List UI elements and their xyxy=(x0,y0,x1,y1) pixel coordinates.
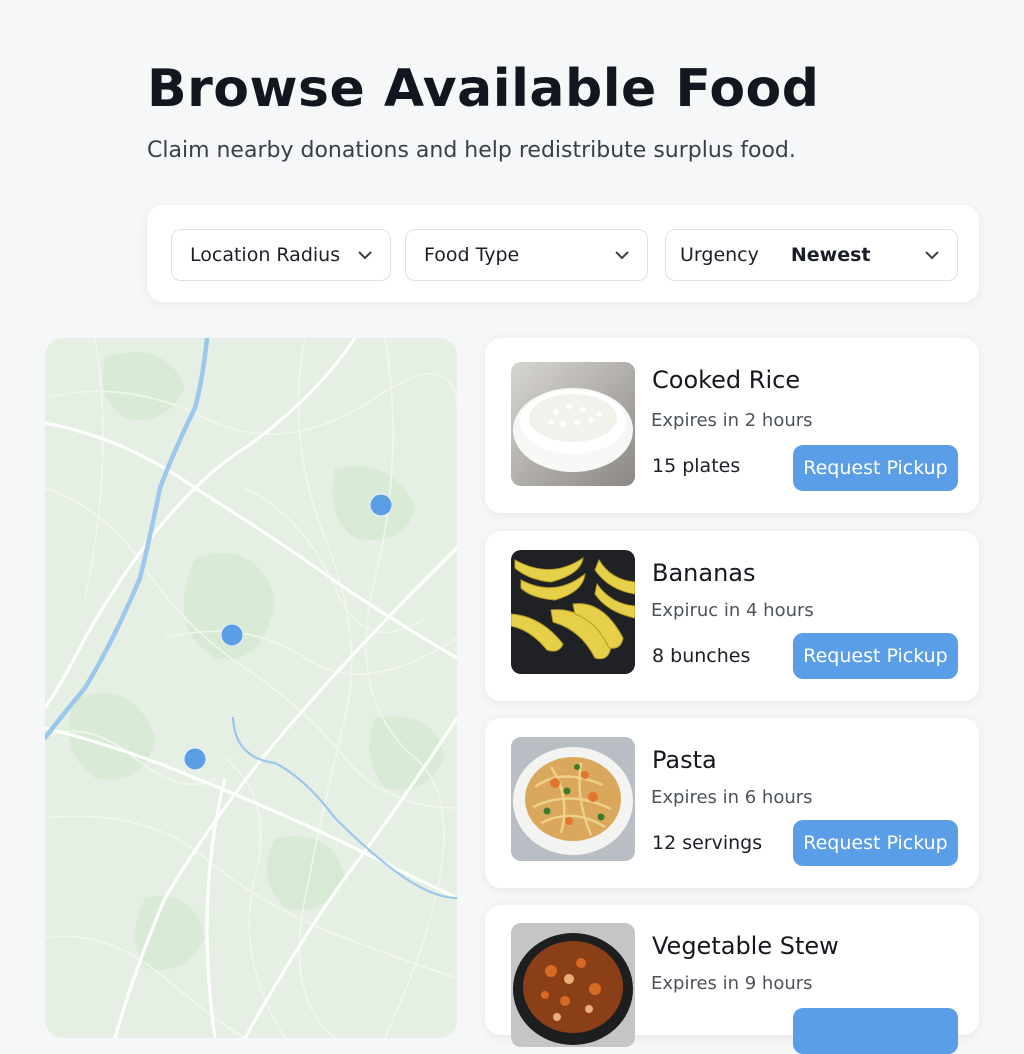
request-pickup-button[interactable]: Request Pickup xyxy=(793,820,958,866)
chevron-down-icon xyxy=(925,250,939,260)
chevron-down-icon xyxy=(615,250,629,260)
urgency-dropdown[interactable]: Urgency Newest xyxy=(665,229,958,281)
rice-bowl-image xyxy=(511,362,635,486)
listing-expiry: Expiruc in 4 hours xyxy=(651,600,814,621)
pasta-bowl-image xyxy=(511,737,635,861)
filter-bar: Location Radius Food Type Urgency Newest xyxy=(147,205,979,302)
listing-expiry: Expires in 9 hours xyxy=(651,973,813,994)
listing-title: Cooked Rice xyxy=(652,366,801,394)
map-marker xyxy=(183,747,207,771)
map-marker xyxy=(220,623,244,647)
food-type-label: Food Type xyxy=(424,244,520,266)
urgency-value: Newest xyxy=(790,244,871,266)
listing-title: Vegetable Stew xyxy=(652,932,839,960)
listing-card[interactable]: Pasta Expires in 6 hours 12 servings Req… xyxy=(485,718,979,888)
page-title: Browse Available Food xyxy=(147,59,820,119)
food-type-dropdown[interactable]: Food Type xyxy=(405,229,648,281)
listing-expiry: Expires in 2 hours xyxy=(651,410,813,431)
listing-card[interactable]: Cooked Rice Expires in 2 hours 15 plates… xyxy=(485,338,979,513)
listing-quantity: 8 bunches xyxy=(652,645,751,667)
request-pickup-button[interactable]: Request Pickup xyxy=(793,633,958,679)
map[interactable] xyxy=(45,338,457,1038)
request-pickup-button[interactable] xyxy=(793,1008,958,1054)
page-subtitle: Claim nearby donations and help redistri… xyxy=(147,138,796,163)
request-pickup-button[interactable]: Request Pickup xyxy=(793,445,958,491)
listing-title: Pasta xyxy=(652,746,717,774)
listing-quantity: 15 plates xyxy=(652,455,741,477)
listing-card[interactable]: Bananas Expiruc in 4 hours 8 bunches Req… xyxy=(485,531,979,701)
listing-expiry: Expires in 6 hours xyxy=(651,787,813,808)
location-radius-label: Location Radius xyxy=(190,244,341,266)
stew-bowl-image xyxy=(511,923,635,1047)
location-radius-dropdown[interactable]: Location Radius xyxy=(171,229,391,281)
listing-card[interactable]: Vegetable Stew Expires in 9 hours xyxy=(485,905,979,1054)
bananas-image xyxy=(511,550,635,674)
listing-title: Bananas xyxy=(652,559,756,587)
urgency-label: Urgency xyxy=(680,244,759,266)
map-marker xyxy=(369,493,393,517)
listing-quantity: 12 servings xyxy=(652,832,763,854)
chevron-down-icon xyxy=(358,250,372,260)
